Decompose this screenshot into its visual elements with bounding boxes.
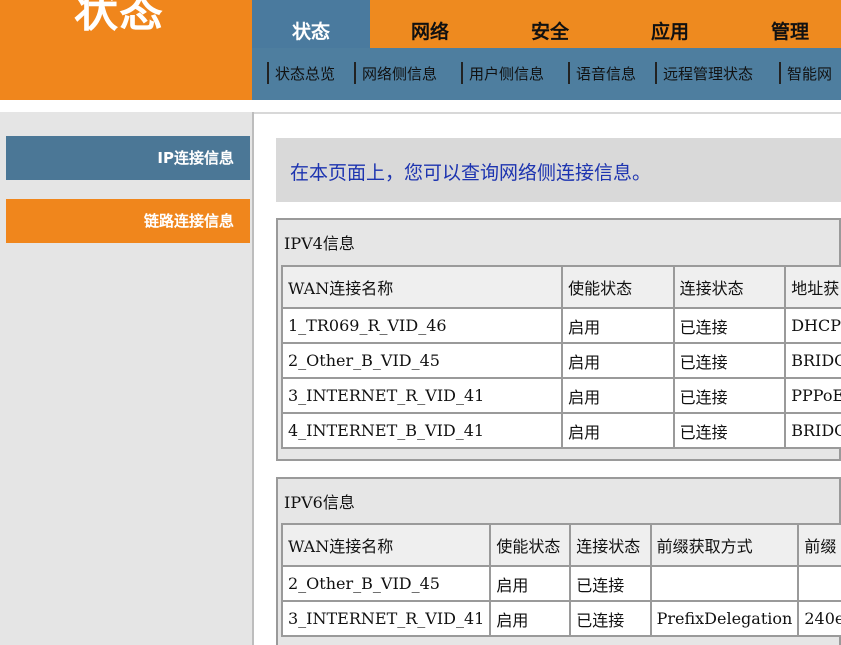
sub-nav: 状态总览 网络侧信息 用户侧信息 语音信息 远程管理状态 智能网 [252, 48, 841, 100]
table-cell: 启用 [489, 600, 572, 637]
tab-security[interactable]: 安全 [490, 0, 610, 48]
info-notice: 在本页面上，您可以查询网络侧连接信息。 [276, 138, 841, 202]
col-header: 连接状态 [569, 523, 652, 567]
subtab-user-side[interactable]: 用户侧信息 [469, 64, 544, 84]
table-cell: 启用 [489, 565, 572, 602]
ipv6-panel: IPV6信息 WAN连接名称 使能状态 连接状态 前缀获取方式 前缀 2_Oth… [276, 477, 841, 645]
tab-application[interactable]: 应用 [610, 0, 730, 48]
table-cell: PrefixDelegation [649, 600, 800, 637]
table-cell: 已连接 [672, 342, 787, 379]
tab-status[interactable]: 状态 [252, 0, 370, 48]
subnav-separator [354, 62, 356, 84]
ipv4-title: IPV4信息 [284, 234, 355, 253]
brand-area: 状态 [0, 0, 252, 100]
table-row: 1_TR069_R_VID_46 启用 已连接 DHCP [280, 307, 841, 344]
ipv6-table: WAN连接名称 使能状态 连接状态 前缀获取方式 前缀 2_Other_B_VI… [280, 523, 841, 637]
table-cell: DHCP [784, 307, 841, 344]
notice-text: 在本页面上，您可以查询网络侧连接信息。 [290, 162, 652, 184]
table-cell: 3_INTERNET_R_VID_41 [280, 600, 492, 637]
content-divider [252, 112, 254, 645]
sidebar-top-strip [0, 100, 252, 112]
table-cell: 240e:3 [797, 600, 841, 637]
table-cell: 1_TR069_R_VID_46 [280, 307, 564, 344]
sidebar [0, 100, 252, 645]
table-cell: BRIDG [784, 342, 841, 379]
col-header: 前缀 [797, 523, 841, 567]
ipv4-table: WAN连接名称 使能状态 连接状态 地址获 1_TR069_R_VID_46 启… [280, 265, 841, 449]
table-cell: 3_INTERNET_R_VID_41 [280, 377, 564, 414]
ipv4-panel: IPV4信息 WAN连接名称 使能状态 连接状态 地址获 1_TR069_R_V… [276, 218, 841, 461]
table-row: 4_INTERNET_B_VID_41 启用 已连接 BRIDG [280, 412, 841, 449]
table-cell: 已连接 [672, 412, 787, 449]
table-cell: 启用 [561, 412, 675, 449]
subtab-overview[interactable]: 状态总览 [275, 64, 335, 84]
subnav-separator [655, 62, 657, 84]
subnav-separator [461, 62, 463, 84]
table-cell: 启用 [561, 377, 675, 414]
table-cell: 启用 [561, 307, 675, 344]
col-header: 使能状态 [489, 523, 572, 567]
sidebar-item-ip-connection[interactable]: IP连接信息 [6, 136, 250, 180]
ipv6-header-row: WAN连接名称 使能状态 连接状态 前缀获取方式 前缀 [280, 523, 841, 567]
content-top-divider [252, 112, 841, 114]
table-cell: BRIDG [784, 412, 841, 449]
table-row: 2_Other_B_VID_45 启用 已连接 BRIDG [280, 342, 841, 379]
col-header: 连接状态 [672, 265, 787, 309]
sidebar-item-link-connection[interactable]: 链路连接信息 [6, 199, 250, 243]
table-cell: PPPoE [784, 377, 841, 414]
subnav-separator [267, 62, 269, 84]
col-header: 使能状态 [561, 265, 675, 309]
subnav-separator [779, 62, 781, 84]
col-header: WAN连接名称 [280, 523, 492, 567]
table-cell: 2_Other_B_VID_45 [280, 565, 492, 602]
tab-network[interactable]: 网络 [370, 0, 490, 48]
table-cell: 已连接 [569, 565, 652, 602]
table-cell: 2_Other_B_VID_45 [280, 342, 564, 379]
table-cell: 已连接 [672, 377, 787, 414]
col-header: 前缀获取方式 [649, 523, 800, 567]
col-header: 地址获 [784, 265, 841, 309]
table-cell [797, 565, 841, 602]
table-cell: 4_INTERNET_B_VID_41 [280, 412, 564, 449]
col-header: WAN连接名称 [280, 265, 564, 309]
subtab-network-side[interactable]: 网络侧信息 [362, 64, 437, 84]
page-title: 状态 [74, 0, 164, 37]
table-cell: 已连接 [672, 307, 787, 344]
table-cell: 启用 [561, 342, 675, 379]
subtab-smart-network[interactable]: 智能网 [787, 64, 832, 84]
table-cell: 已连接 [569, 600, 652, 637]
table-cell [649, 565, 800, 602]
table-row: 3_INTERNET_R_VID_41 启用 已连接 PPPoE [280, 377, 841, 414]
table-row: 2_Other_B_VID_45 启用 已连接 [280, 565, 841, 602]
tab-management[interactable]: 管理 [730, 0, 841, 48]
subtab-remote-mgmt[interactable]: 远程管理状态 [663, 64, 753, 84]
subtab-voice[interactable]: 语音信息 [576, 64, 636, 84]
table-row: 3_INTERNET_R_VID_41 启用 已连接 PrefixDelegat… [280, 600, 841, 637]
ipv4-header-row: WAN连接名称 使能状态 连接状态 地址获 [280, 265, 841, 309]
subnav-separator [568, 62, 570, 84]
ipv6-title: IPV6信息 [284, 493, 355, 512]
